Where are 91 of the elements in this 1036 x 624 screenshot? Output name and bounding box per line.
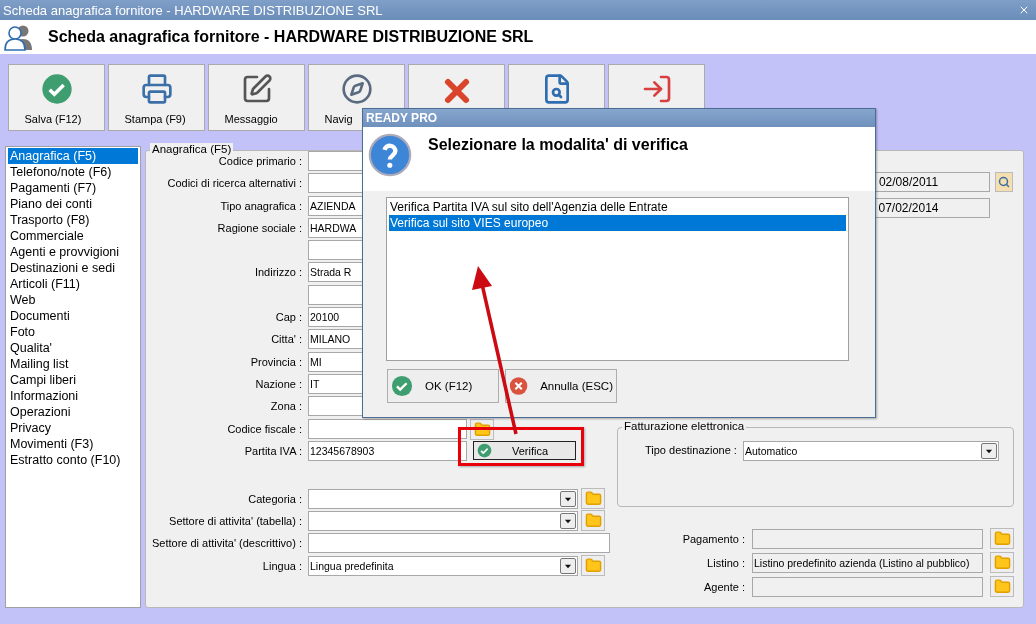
field-label: Pagamento : [681,532,745,545]
field-label: Agente : [703,580,745,593]
field-label: Lingua : [262,559,302,572]
section-item[interactable]: Destinazioni e sedi [8,260,138,276]
section-item[interactable]: Articoli (F11) [8,276,138,292]
section-item[interactable]: Campi liberi [8,372,138,388]
check-icon [40,73,73,105]
check-icon [477,443,492,459]
section-item[interactable]: Privacy [8,420,138,436]
folder-button[interactable] [990,552,1014,573]
select-field[interactable] [308,488,578,509]
section-item[interactable]: Web [8,292,138,308]
folder-button[interactable] [470,418,494,440]
option-item[interactable]: Verifica sul sito VIES europeo [389,215,846,231]
search-icon [998,175,1010,188]
toolbar-button[interactable]: Salva (F12) [8,64,105,131]
section-item[interactable]: Commerciale [8,228,138,244]
folder-icon [993,578,1011,595]
field-label: Codici di ricerca alternativi : [167,177,302,190]
section-item[interactable]: Piano dei conti [8,196,138,212]
users-icon [4,23,34,51]
section-item[interactable]: Pagamenti (F7) [8,180,138,196]
field-label: Partita IVA : [244,444,302,457]
printer-icon [140,73,173,105]
field-label: Listino : [706,556,745,569]
field-label: Ragione sociale : [217,221,302,234]
check-icon [391,375,413,397]
section-item[interactable]: Documenti [8,308,138,324]
section-item[interactable]: Movimenti (F3) [8,436,138,452]
input-field[interactable] [752,528,983,549]
section-item[interactable]: Trasporto (F8) [8,212,138,228]
field-label: Tipo destinazione : [645,444,737,456]
folder-icon [584,557,602,575]
field-label: Zona : [270,400,302,413]
section-item[interactable]: Mailing list [8,356,138,372]
folder-button[interactable] [581,488,605,510]
select-field[interactable]: Lingua predefinita [308,555,578,576]
dialog-message: Selezionare la modalita' di verifica [428,136,688,154]
field-label: Nazione : [255,377,302,390]
field-label: Codice primario : [218,155,302,167]
folder-icon [993,554,1011,571]
caret-icon [560,557,576,574]
section-item[interactable]: Operazioni [8,404,138,420]
close-icon[interactable] [1018,4,1030,16]
input-field[interactable]: Listino predefinito azienda (Listino al pubblico) [752,552,983,573]
select-field[interactable] [308,510,578,531]
caret-icon [560,490,576,507]
folder-button[interactable] [990,576,1014,597]
toolbar-button[interactable]: Stampa (F9) [108,64,205,131]
group-legend: Fatturazione elettronica [622,420,747,432]
cancel-button[interactable]: Annulla (ESC) [505,369,617,403]
field-label: Categoria : [248,492,302,505]
compass-icon [340,73,373,105]
field-label: Cap : [275,311,302,324]
caret-icon [980,443,997,459]
section-item[interactable]: Informazioni [8,388,138,404]
input-field[interactable]: 12345678903 [308,440,467,461]
group-legend: Anagrafica (F5) [150,143,234,155]
input-field[interactable] [308,532,610,553]
field-label: Settore di attivita' (descrittivo) : [151,536,302,549]
section-item[interactable]: Qualita' [8,340,138,356]
field-label: Codice fiscale : [227,423,302,436]
field-label: Settore di attivita' (tabella) : [169,514,302,527]
help-icon [368,133,412,177]
select-field[interactable]: Automatico [742,441,999,461]
lookup-button[interactable] [995,171,1013,192]
verify-button[interactable]: Verifica [473,441,576,461]
dialog-title: READY PRO [363,109,875,127]
folder-button[interactable] [990,528,1014,549]
field-label: Tipo anagrafica : [220,199,302,212]
input-field[interactable] [308,419,467,440]
input-field[interactable] [752,576,983,597]
section-item[interactable]: Anagrafica (F5) [8,148,138,164]
section-item[interactable]: Agenti e provvigioni [8,244,138,260]
field-label: Citta' : [271,333,302,346]
field-label: Provincia : [250,355,302,368]
folder-icon [584,512,602,530]
cancel-icon [509,375,529,397]
field-label: Indirizzo : [254,266,302,279]
page-title: Scheda anagrafica fornitore - HARDWARE DISTRIBUZIONE SRL [48,28,534,46]
caret-icon [560,512,576,529]
folder-button[interactable] [581,510,605,532]
section-item[interactable]: Telefono/note (F6) [8,164,138,180]
folder-button[interactable] [581,555,605,577]
toolbar-button[interactable]: Messaggio [208,64,305,131]
ok-button[interactable]: OK (F12) [387,369,499,403]
section-item[interactable]: Estratto conto (F10) [8,452,138,468]
folder-icon [993,530,1011,547]
folder-icon [584,490,602,508]
section-item[interactable]: Foto [8,324,138,340]
window-title: Scheda anagrafica fornitore - HARDWARE DISTRIBUZIONE SRL [3,2,383,18]
